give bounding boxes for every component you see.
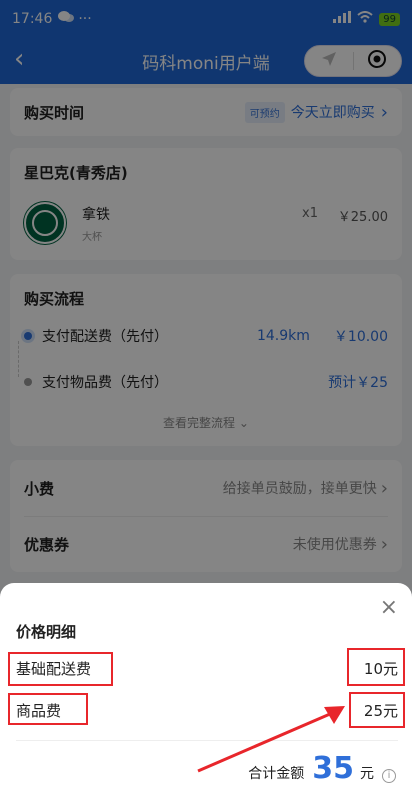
annotation-arrow-icon xyxy=(197,706,345,773)
